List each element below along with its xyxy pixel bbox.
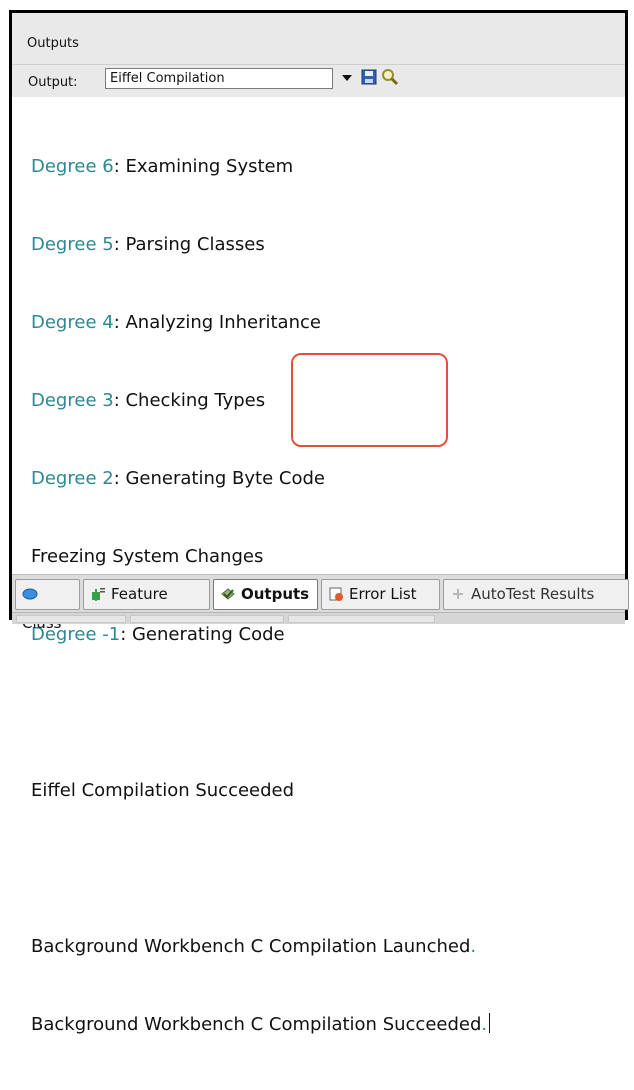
- degree-label: Degree 5: [31, 234, 114, 255]
- output-label: Output:: [28, 75, 78, 90]
- c-compilation-text: C Compilation: [250, 1014, 377, 1035]
- console-line: Degree 4: Analyzing Inheritance: [31, 310, 625, 336]
- degree-text: : Generating Code: [120, 624, 285, 645]
- status-text: Succeeded: [376, 1014, 482, 1035]
- tab-outputs[interactable]: Outputs: [213, 579, 318, 610]
- tab-feature[interactable]: Feature: [83, 579, 210, 610]
- text-caret: [489, 1013, 491, 1033]
- panel-title: Outputs: [27, 36, 79, 51]
- search-icon[interactable]: [381, 68, 399, 86]
- console-line: Degree 5: Parsing Classes: [31, 232, 625, 258]
- degree-text: : Examining System: [113, 156, 294, 177]
- panel-tab-bar: Class Feature Outputs Error List AutoTes…: [12, 574, 629, 632]
- background-text: Background Workbench: [31, 936, 251, 957]
- output-toolbar: Output: Eiffel Compilation: [12, 65, 625, 97]
- degree-text: : Analyzing Inheritance: [113, 312, 321, 333]
- feature-icon: [92, 588, 105, 601]
- degree-label: Degree 3: [31, 390, 114, 411]
- degree-label: Degree 6: [31, 156, 114, 177]
- bottom-strip: [12, 612, 625, 624]
- degree-text: : Parsing Classes: [113, 234, 265, 255]
- tab-label: AutoTest Results: [471, 585, 595, 603]
- tab-error-list[interactable]: Error List: [321, 579, 440, 610]
- tab-label: Feature: [111, 585, 168, 603]
- tab-class[interactable]: Class: [15, 579, 80, 632]
- c-compilation-text: C Compilation: [250, 936, 377, 957]
- save-icon[interactable]: [361, 69, 377, 85]
- degree-label: Degree 2: [31, 468, 114, 489]
- console-line: Eiffel Compilation Succeeded: [31, 780, 295, 801]
- degree-label: Degree 4: [31, 312, 114, 333]
- highlight-annotation: [291, 353, 448, 447]
- class-icon: [22, 588, 38, 600]
- console-line: Background Workbench C Compilation Launc…: [31, 934, 625, 960]
- output-console[interactable]: Degree 6: Examining System Degree 5: Par…: [12, 99, 625, 1035]
- console-line: Degree 2: Generating Byte Code: [31, 466, 625, 492]
- autotest-icon: [453, 589, 463, 599]
- tab-label: Outputs: [241, 585, 310, 603]
- console-line: Degree -1: Generating Code: [31, 622, 625, 648]
- error-list-icon: [329, 587, 343, 601]
- tab-autotest-results[interactable]: AutoTest Results: [443, 579, 629, 610]
- degree-text: : Generating Byte Code: [113, 468, 325, 489]
- degree-text: : Checking Types: [113, 390, 266, 411]
- strip-segment: [16, 615, 126, 623]
- tab-label: Error List: [349, 585, 417, 603]
- chevron-down-icon[interactable]: [340, 71, 354, 85]
- outputs-panel: Outputs Output: Eiffel Compilation Degre…: [9, 10, 629, 1035]
- status-dot: .: [481, 1014, 488, 1035]
- status-text: Launched: [376, 936, 471, 957]
- console-line: Background Workbench C Compilation Succe…: [31, 1012, 625, 1038]
- strip-segment: [288, 615, 435, 623]
- panel-header: Outputs: [12, 13, 625, 65]
- output-selector[interactable]: Eiffel Compilation: [105, 68, 333, 89]
- console-line: Freezing System Changes: [31, 546, 264, 567]
- status-dot: .: [470, 936, 477, 957]
- outputs-icon: [221, 588, 235, 600]
- strip-segment: [130, 615, 284, 623]
- background-text: Background Workbench: [31, 1014, 251, 1035]
- console-line: Degree 6: Examining System: [31, 154, 625, 180]
